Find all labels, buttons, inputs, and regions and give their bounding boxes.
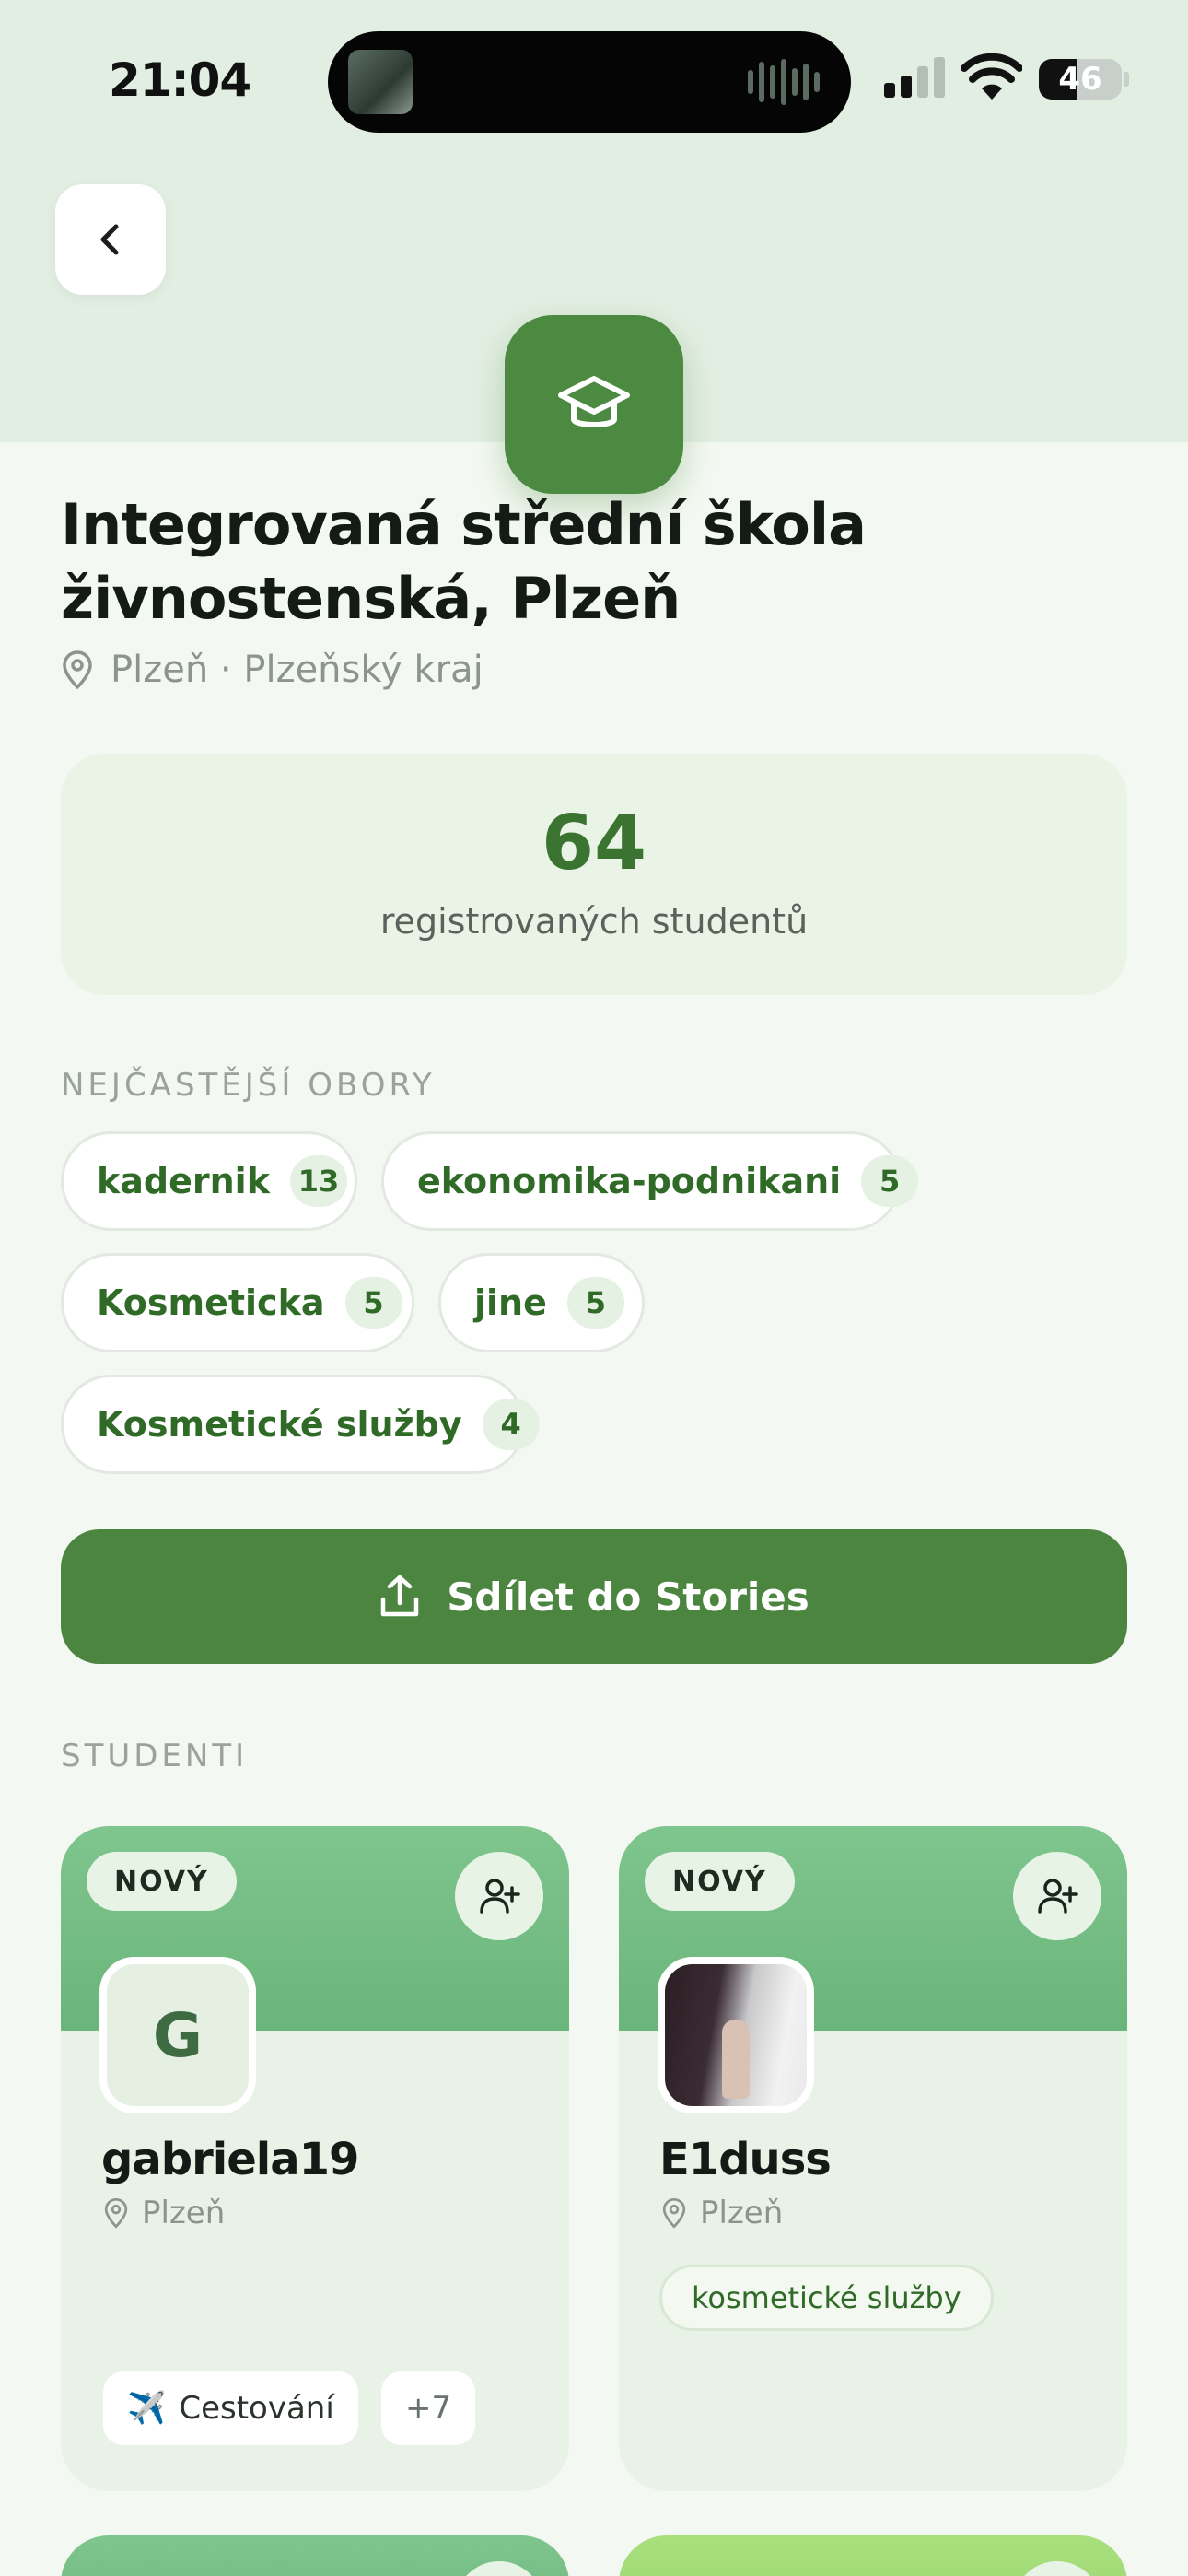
new-badge: NOVÝ bbox=[87, 1852, 237, 1911]
chevron-left-icon bbox=[100, 224, 119, 255]
school-name: Integrovaná střední škola živnostenská, … bbox=[61, 488, 1129, 636]
back-button[interactable] bbox=[55, 184, 166, 295]
student-username: gabriela19 bbox=[101, 2134, 359, 2185]
field-chip[interactable]: ekonomika-podnikani 5 bbox=[381, 1131, 919, 1231]
add-friend-button[interactable] bbox=[1013, 2561, 1101, 2576]
student-field-tag: kosmetické služby bbox=[659, 2265, 994, 2331]
field-chip[interactable]: Kosmetické služby 4 bbox=[61, 1375, 540, 1474]
map-pin-icon bbox=[104, 2198, 128, 2229]
battery-nub bbox=[1124, 72, 1129, 87]
field-chip-count: 5 bbox=[344, 1277, 402, 1329]
airplane-icon: ✈️ bbox=[127, 2390, 167, 2427]
avatar: G bbox=[99, 1957, 256, 2113]
school-name-line-2: živnostenská, Plzeň bbox=[61, 565, 681, 632]
school-location: Plzeň · Plzeňský kraj bbox=[61, 649, 483, 691]
share-label: Sdílet do Stories bbox=[447, 1574, 809, 1620]
share-icon bbox=[380, 1575, 419, 1617]
field-chip[interactable]: Kosmeticka 5 bbox=[61, 1253, 414, 1352]
battery-level: 46 bbox=[1058, 61, 1102, 98]
audio-wave-icon bbox=[748, 59, 820, 105]
student-count-label: registrovaných studentů bbox=[379, 901, 809, 942]
status-time: 21:04 bbox=[109, 53, 251, 107]
interest-tag: ✈️ Cestování bbox=[103, 2371, 358, 2445]
user-plus-icon bbox=[480, 1879, 520, 1914]
student-card-peek[interactable] bbox=[61, 2535, 569, 2576]
school-location-text: Plzeň · Plzeňský kraj bbox=[111, 649, 483, 691]
students-heading: STUDENTI bbox=[61, 1738, 249, 1774]
field-chip-name: jine bbox=[474, 1282, 547, 1323]
profile-photo bbox=[665, 1964, 807, 2106]
fields-heading: NEJČASTĚJŠÍ OBORY bbox=[61, 1067, 436, 1104]
more-tags-badge: +7 bbox=[381, 2371, 476, 2445]
school-badge bbox=[505, 315, 683, 494]
dynamic-island bbox=[328, 31, 851, 133]
user-plus-icon bbox=[1038, 1879, 1078, 1914]
field-chip-count: 5 bbox=[566, 1277, 624, 1329]
map-pin-icon bbox=[63, 650, 92, 689]
share-to-stories-button[interactable]: Sdílet do Stories bbox=[61, 1529, 1127, 1664]
interest-tag-label: Cestování bbox=[179, 2390, 334, 2427]
field-chip-count: 4 bbox=[482, 1399, 540, 1450]
student-location-text: Plzeň bbox=[700, 2195, 784, 2231]
field-chip-name: Kosmeticka bbox=[97, 1282, 325, 1323]
student-location: Plzeň bbox=[661, 2195, 783, 2231]
student-count-card: 64 registrovaných studentů bbox=[61, 754, 1127, 995]
add-friend-button[interactable] bbox=[455, 1852, 543, 1940]
field-chip-name: Kosmetické služby bbox=[97, 1404, 462, 1445]
field-chip-name: ekonomika-podnikani bbox=[417, 1161, 842, 1201]
cellular-signal-icon bbox=[884, 57, 945, 98]
student-card[interactable]: NOVÝ G gabriela19 Plzeň ✈️ Cestování +7 bbox=[61, 1826, 569, 2491]
field-chip[interactable]: kadernik 13 bbox=[61, 1131, 357, 1231]
student-location: Plzeň bbox=[103, 2195, 225, 2231]
field-chip-name: kadernik bbox=[97, 1161, 270, 1201]
field-chip-count: 5 bbox=[861, 1155, 919, 1207]
school-name-line-1: Integrovaná střední škola bbox=[61, 491, 867, 558]
field-chip[interactable]: jine 5 bbox=[438, 1253, 645, 1352]
avatar-photo bbox=[658, 1957, 814, 2113]
now-playing-thumbnail bbox=[348, 50, 413, 114]
student-location-text: Plzeň bbox=[142, 2195, 226, 2231]
add-friend-button[interactable] bbox=[455, 2561, 543, 2576]
student-username: E1duss bbox=[659, 2134, 832, 2185]
new-badge: NOVÝ bbox=[645, 1852, 795, 1911]
battery-icon: 46 bbox=[1039, 59, 1122, 100]
map-pin-icon bbox=[662, 2198, 686, 2229]
graduation-cap-icon bbox=[558, 376, 630, 427]
add-friend-button[interactable] bbox=[1013, 1852, 1101, 1940]
field-chip-count: 13 bbox=[289, 1155, 347, 1207]
student-card-peek[interactable] bbox=[619, 2535, 1127, 2576]
student-card[interactable]: NOVÝ E1duss Plzeň kosmetické služby bbox=[619, 1826, 1127, 2491]
student-count: 64 bbox=[541, 800, 647, 887]
wifi-icon bbox=[961, 53, 1022, 100]
